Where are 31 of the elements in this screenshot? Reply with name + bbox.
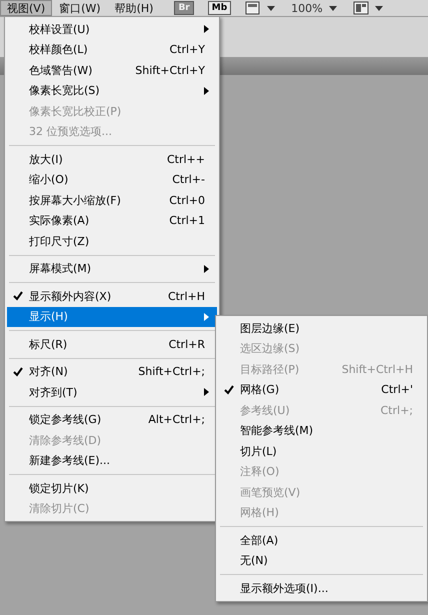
menu-item[interactable]: 缩小(O) Ctrl+- <box>7 170 217 190</box>
menu-item[interactable]: 无(N) <box>218 550 425 571</box>
menu-item[interactable]: 显示额外选项(I)... <box>218 578 425 598</box>
menu-item[interactable]: 切片(L) <box>218 441 425 462</box>
zoom-level[interactable]: 100% <box>291 2 323 14</box>
menu-bar-item[interactable]: 窗口(W) <box>52 0 108 16</box>
menu-item[interactable]: 对齐(N) Shift+Ctrl+; <box>7 362 217 382</box>
menu-item[interactable]: 实际像素(A) Ctrl+1 <box>7 210 217 231</box>
menu-item[interactable]: 显示额外内容(X) Ctrl+H <box>7 286 217 306</box>
mini-bridge-button[interactable]: Mb <box>208 1 232 15</box>
menu-item[interactable]: 锁定切片(K) <box>7 478 217 498</box>
menu-item[interactable]: 校样设置(U) <box>7 19 217 40</box>
menu-item[interactable]: 放大(I) Ctrl++ <box>7 149 217 170</box>
menu-item[interactable]: 打印尺寸(Z) <box>7 231 217 252</box>
menu-item[interactable]: 像素长宽比(S) <box>7 80 217 101</box>
menu-item[interactable]: 校样颜色(L) Ctrl+Y <box>7 40 217 60</box>
menu-item[interactable]: 显示(H) <box>7 306 217 327</box>
menu-bar-item[interactable]: 视图(V) <box>0 0 52 16</box>
menu-item[interactable]: 全部(A) <box>218 530 425 550</box>
menu-item[interactable]: 屏幕模式(M) <box>7 258 217 279</box>
menu-item[interactable]: 按屏幕大小缩放(F) Ctrl+0 <box>7 190 217 210</box>
menu-item[interactable]: 网格(G) Ctrl+' <box>218 380 425 400</box>
menu-item[interactable]: 对齐到(T) <box>7 382 217 402</box>
view-extras-icon[interactable] <box>245 1 278 15</box>
menu-item[interactable]: 标尺(R) Ctrl+R <box>7 334 217 354</box>
menu-item[interactable]: 图层边缘(E) <box>218 318 425 338</box>
menu-item[interactable]: 新建参考线(E)... <box>7 450 217 471</box>
menu-item[interactable]: 智能参考线(M) <box>218 420 425 441</box>
menu-item[interactable]: 锁定参考线(G) Alt+Ctrl+; <box>7 410 217 430</box>
menu-item[interactable]: 色域警告(W) Shift+Ctrl+Y <box>7 60 217 80</box>
menu-bar-item[interactable]: 帮助(H) <box>108 0 160 16</box>
